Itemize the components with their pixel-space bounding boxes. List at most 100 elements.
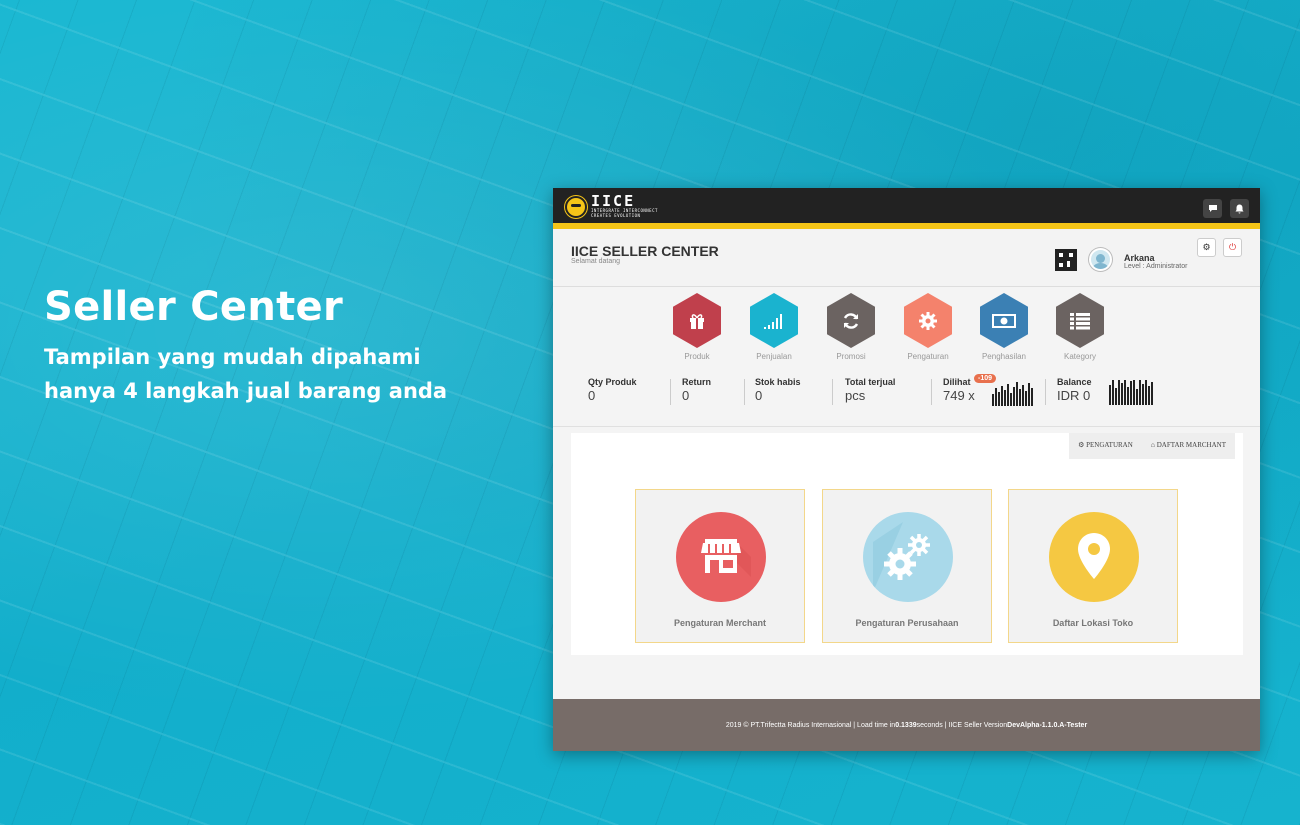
qr-code-icon[interactable] bbox=[1055, 249, 1077, 271]
refresh-icon bbox=[827, 293, 875, 348]
sparkline-bar bbox=[1133, 380, 1135, 405]
sparkline-bar bbox=[1031, 388, 1033, 406]
sparkline-bar bbox=[1016, 382, 1018, 406]
sparkline-bar bbox=[1121, 383, 1123, 405]
tab-label: PENGATURAN bbox=[1086, 441, 1133, 449]
footer-text: 2019 © PT.Trifectta Radius Internasional… bbox=[725, 721, 896, 729]
hero-text: Seller Center Tampilan yang mudah dipaha… bbox=[44, 284, 447, 408]
content-panel: ⚙ PENGATURAN ⌂ DAFTAR MARCHANT Pengatura… bbox=[571, 433, 1243, 655]
settings-button[interactable]: ⚙ bbox=[1197, 238, 1216, 257]
sparkline-bar bbox=[1019, 389, 1021, 406]
menu-item-penjualan[interactable]: Penjualan bbox=[739, 293, 809, 361]
stat-value: pcs bbox=[845, 388, 866, 403]
page-title: IICE SELLER CENTER bbox=[571, 243, 719, 259]
tab-daftar-marchant[interactable]: ⌂ DAFTAR MARCHANT bbox=[1142, 433, 1235, 459]
menu-item-kategory[interactable]: Kategory bbox=[1045, 293, 1115, 361]
sparkline-bar bbox=[1124, 380, 1126, 405]
sparkline-bar bbox=[1145, 380, 1147, 405]
signal-bars-icon bbox=[750, 293, 798, 348]
gear-icon bbox=[904, 293, 952, 348]
sparkline-bar bbox=[1115, 388, 1117, 405]
sparkline-bar bbox=[1142, 384, 1144, 405]
notification-button[interactable] bbox=[1230, 199, 1249, 218]
bell-icon bbox=[1235, 204, 1244, 213]
stat-total-terjual: Total terjual pcs bbox=[845, 377, 895, 403]
stat-qty-produk: Qty Produk 0 bbox=[588, 377, 637, 403]
divider bbox=[744, 379, 745, 405]
balance-sparkline bbox=[1109, 380, 1153, 405]
page-header: IICE SELLER CENTER Selamat datang Arkana… bbox=[553, 229, 1260, 287]
main-menu: Produk Penjualan Promosi Pengaturan Peng… bbox=[553, 287, 1260, 361]
card-pengaturan-perusahaan[interactable]: Pengaturan Perusahaan bbox=[822, 489, 992, 643]
stat-value: 0 bbox=[682, 388, 690, 403]
list-icon bbox=[1056, 293, 1104, 348]
stat-value: 0 bbox=[755, 388, 763, 403]
stat-value: 0 bbox=[588, 388, 596, 403]
menu-item-produk[interactable]: Produk bbox=[662, 293, 732, 361]
gears-icon bbox=[863, 512, 953, 602]
footer-text: seconds | IICE Seller Version bbox=[916, 721, 1008, 729]
sparkline-bar bbox=[1112, 380, 1114, 405]
panel-tabs: ⚙ PENGATURAN ⌂ DAFTAR MARCHANT bbox=[1069, 433, 1235, 459]
stats-bar: Qty Produk 0 Return 0 Stok habis 0 Total… bbox=[553, 365, 1260, 427]
chat-button[interactable] bbox=[1203, 199, 1222, 218]
stat-stok-habis: Stok habis 0 bbox=[755, 377, 801, 403]
sparkline-bar bbox=[1127, 387, 1129, 405]
menu-label: Pengaturan bbox=[907, 352, 949, 361]
stat-balance: Balance IDR 0 bbox=[1057, 377, 1092, 403]
card-label: Daftar Lokasi Toko bbox=[1052, 618, 1134, 628]
divider bbox=[1045, 379, 1046, 405]
sparkline-bar bbox=[1130, 381, 1132, 405]
sparkline-bar bbox=[1001, 386, 1003, 406]
tab-label: DAFTAR MARCHANT bbox=[1156, 441, 1226, 449]
sparkline-bar bbox=[1025, 391, 1027, 406]
power-icon: ⏻ bbox=[1228, 242, 1237, 252]
divider bbox=[670, 379, 671, 405]
sparkline-bar bbox=[1004, 390, 1006, 406]
sparkline-bar bbox=[1013, 387, 1015, 406]
stat-label: Stok habis bbox=[755, 377, 801, 387]
logo-name: IICE bbox=[591, 192, 636, 210]
gear-icon: ⚙ bbox=[1078, 441, 1087, 449]
sparkline-bar bbox=[995, 388, 997, 406]
menu-item-pengaturan[interactable]: Pengaturan bbox=[893, 293, 963, 361]
store-icon bbox=[676, 512, 766, 602]
user-name: Arkana bbox=[1124, 253, 1155, 263]
menu-item-penghasilan[interactable]: Penghasilan bbox=[969, 293, 1039, 361]
footer: 2019 © PT.Trifectta Radius Internasional… bbox=[553, 699, 1260, 751]
avatar[interactable] bbox=[1089, 248, 1112, 271]
stat-label: Total terjual bbox=[845, 377, 896, 387]
menu-label: Penghasilan bbox=[981, 352, 1027, 361]
stat-label: Return bbox=[682, 377, 711, 387]
tab-pengaturan[interactable]: ⚙ PENGATURAN bbox=[1069, 433, 1142, 459]
stat-label: Dilihat bbox=[943, 377, 971, 387]
logo-tagline: INTERGRATE INTERCONNECT CREATES EVOLUTIO… bbox=[591, 208, 658, 218]
logout-button[interactable]: ⏻ bbox=[1223, 238, 1242, 257]
menu-label: Produk bbox=[684, 352, 710, 361]
chat-icon bbox=[1208, 205, 1217, 212]
card-label: Pengaturan Perusahaan bbox=[855, 618, 959, 628]
logo[interactable]: IICE INTERGRATE INTERCONNECT CREATES EVO… bbox=[565, 192, 658, 218]
hero-subtitle-line-1: Tampilan yang mudah dipahami bbox=[44, 345, 421, 369]
app-window: IICE INTERGRATE INTERCONNECT CREATES EVO… bbox=[553, 188, 1260, 751]
card-label: Pengaturan Merchant bbox=[673, 618, 767, 628]
sparkline-bar bbox=[992, 394, 994, 406]
menu-label: Promosi bbox=[836, 352, 866, 361]
page-subtitle: Selamat datang bbox=[571, 258, 621, 265]
stat-dilihat: Dilihat 749 x bbox=[943, 377, 975, 403]
sparkline-bar bbox=[1109, 385, 1111, 405]
divider bbox=[832, 379, 833, 405]
sparkline-bar bbox=[1118, 380, 1120, 405]
location-pin-icon bbox=[1049, 512, 1139, 602]
sparkline-bar bbox=[1028, 383, 1030, 406]
card-daftar-lokasi-toko[interactable]: Daftar Lokasi Toko bbox=[1008, 489, 1178, 643]
sparkline-bar bbox=[1148, 386, 1150, 405]
menu-item-promosi[interactable]: Promosi bbox=[816, 293, 886, 361]
views-sparkline bbox=[992, 382, 1033, 406]
sparkline-bar bbox=[1151, 382, 1153, 405]
card-pengaturan-merchant[interactable]: Pengaturan Merchant bbox=[635, 489, 805, 643]
money-icon bbox=[980, 293, 1028, 348]
stat-label: Balance bbox=[1057, 377, 1092, 387]
bee-logo-icon bbox=[565, 195, 587, 218]
version: DevAlpha-1.1.0.A-Tester bbox=[1007, 721, 1088, 729]
